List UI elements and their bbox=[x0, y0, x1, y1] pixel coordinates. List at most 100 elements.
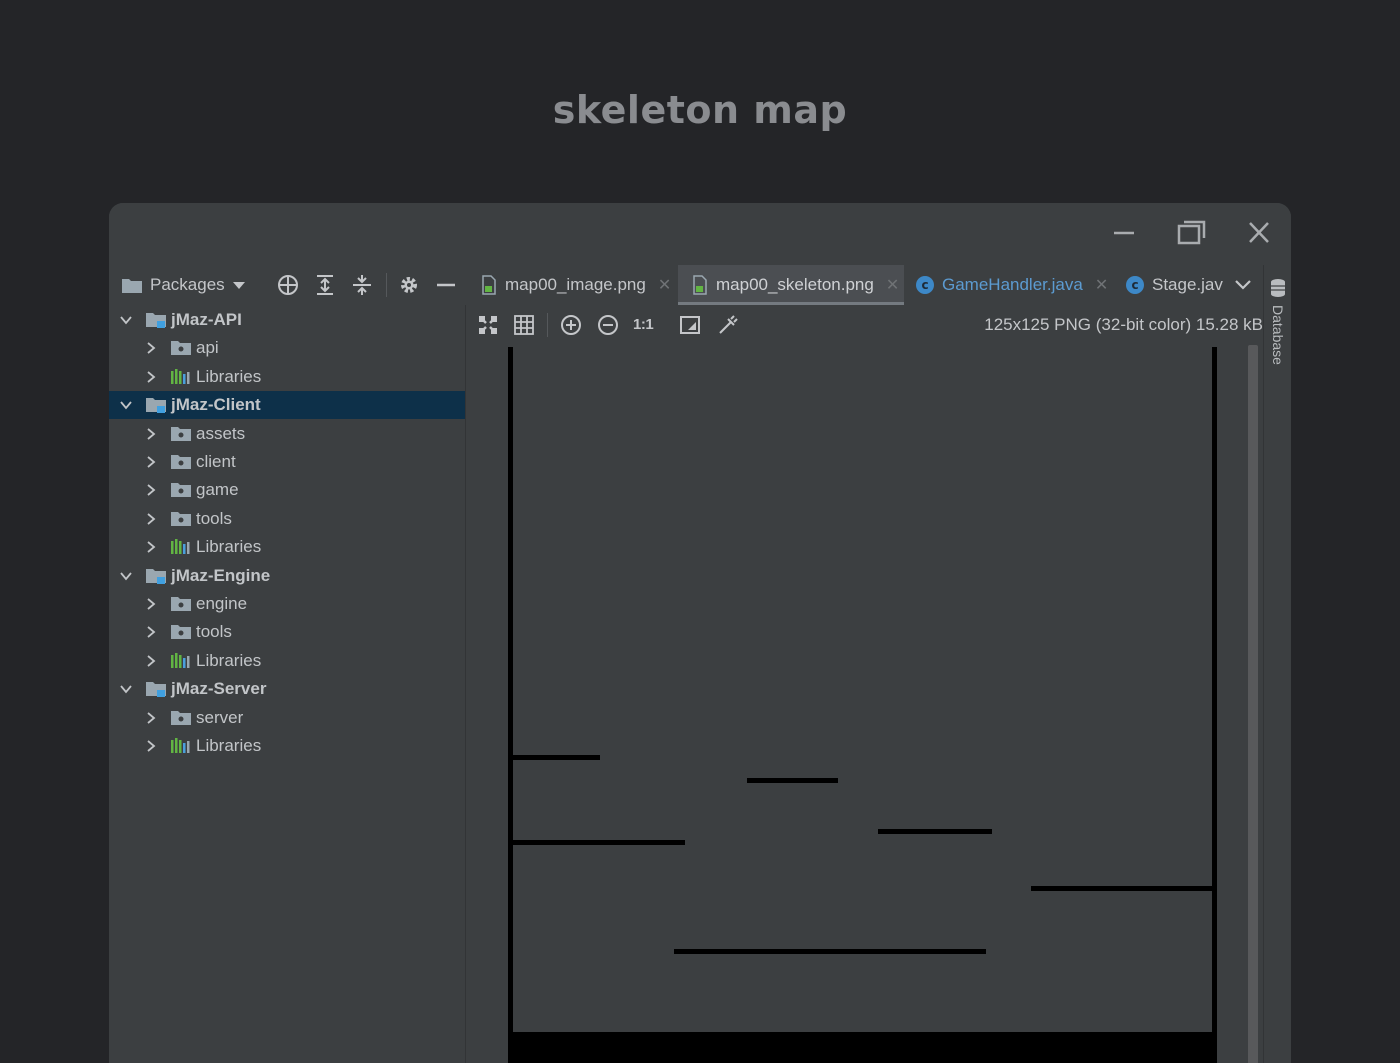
tab-map00-image[interactable]: map00_image.png ✕ bbox=[479, 265, 679, 305]
tab-stage-java[interactable]: c Stage.jav bbox=[1126, 265, 1223, 305]
tree-item-row[interactable]: Libraries bbox=[109, 647, 465, 675]
collapse-all-button[interactable] bbox=[350, 273, 374, 297]
tree-item-row[interactable]: tools bbox=[109, 505, 465, 533]
tree-item-label: tools bbox=[196, 508, 232, 528]
toolbar-separator bbox=[386, 273, 387, 297]
tree-item-label: engine bbox=[196, 594, 248, 613]
toolbar-separator bbox=[547, 313, 548, 337]
skeleton-wall bbox=[1212, 347, 1217, 1063]
image-info-text: 125x125 PNG (32-bit color) 15.28 kB bbox=[984, 315, 1263, 334]
chevron-right-icon[interactable] bbox=[144, 654, 158, 668]
eyedropper-icon bbox=[719, 315, 738, 334]
chevron-right-icon[interactable] bbox=[144, 370, 158, 384]
chevron-down-icon[interactable] bbox=[119, 682, 133, 696]
view-selector-dropdown[interactable]: Packages bbox=[121, 273, 246, 297]
chevron-right-icon[interactable] bbox=[144, 739, 158, 753]
chevron-right-icon[interactable] bbox=[144, 455, 158, 469]
tree-module-row[interactable]: jMaz-Server bbox=[109, 675, 465, 703]
tree-item-row[interactable]: Libraries bbox=[109, 732, 465, 760]
gear-icon bbox=[401, 277, 417, 293]
package-folder-icon bbox=[171, 625, 191, 640]
chevron-right-icon[interactable] bbox=[144, 597, 158, 611]
tree-item-label: assets bbox=[196, 423, 246, 443]
tree-item-row[interactable]: server bbox=[109, 704, 465, 732]
chevron-right-icon[interactable] bbox=[144, 427, 158, 441]
tree-item-label: Libraries bbox=[196, 650, 262, 670]
skeleton-wall bbox=[878, 829, 992, 834]
tree-item-row[interactable]: engine bbox=[109, 590, 465, 618]
locate-button[interactable] bbox=[276, 273, 300, 297]
color-picker-button[interactable] bbox=[716, 313, 740, 337]
tab-gamehandler-java[interactable]: c GameHandler.java ✕ bbox=[916, 265, 1108, 305]
tree-module-row[interactable]: jMaz-Engine bbox=[109, 562, 465, 590]
chevron-right-icon[interactable] bbox=[144, 512, 158, 526]
zoom-out-button[interactable] bbox=[596, 313, 620, 337]
tree-item-label: tools bbox=[196, 622, 232, 642]
close-tab-icon[interactable]: ✕ bbox=[658, 275, 671, 295]
zoom-in-button[interactable] bbox=[559, 313, 583, 337]
chevron-right-icon[interactable] bbox=[144, 711, 158, 725]
chevron-down-icon[interactable] bbox=[119, 569, 133, 583]
package-folder-icon bbox=[171, 710, 191, 725]
dropdown-arrow-icon bbox=[232, 282, 245, 289]
database-tool-label[interactable]: Database bbox=[1270, 305, 1286, 365]
right-tool-strip: Database bbox=[1263, 265, 1291, 1063]
minimize-button[interactable] bbox=[1104, 215, 1144, 251]
tree-item-row[interactable]: api bbox=[109, 334, 465, 362]
tree-item-row[interactable]: client bbox=[109, 448, 465, 476]
libraries-icon bbox=[171, 738, 190, 753]
tree-item-row[interactable]: Libraries bbox=[109, 533, 465, 561]
tree-module-row[interactable]: jMaz-Client bbox=[109, 391, 465, 420]
ide-window: Packages map00_image.png ✕ map00_skeleto… bbox=[109, 203, 1291, 1063]
restore-button[interactable] bbox=[1171, 215, 1211, 251]
title-bar bbox=[109, 203, 1291, 265]
tree-item-label: server bbox=[196, 707, 244, 727]
more-tabs-button[interactable] bbox=[1231, 273, 1255, 297]
chevron-down-icon[interactable] bbox=[119, 313, 133, 327]
hide-panel-button[interactable] bbox=[434, 273, 458, 297]
tree-item-row[interactable]: assets bbox=[109, 420, 465, 448]
module-icon bbox=[146, 398, 166, 414]
fit-zoom-button[interactable] bbox=[476, 313, 500, 337]
background-icon bbox=[680, 316, 700, 334]
chevron-down-icon[interactable] bbox=[119, 398, 133, 412]
tab-label: Stage.jav bbox=[1152, 275, 1223, 294]
chevron-right-icon[interactable] bbox=[144, 483, 158, 497]
class-icon: c bbox=[916, 276, 934, 294]
package-folder-icon bbox=[171, 341, 191, 356]
package-folder-icon bbox=[171, 426, 191, 441]
background-toggle-button[interactable] bbox=[678, 313, 702, 337]
close-window-button[interactable] bbox=[1239, 215, 1279, 251]
image-file-icon bbox=[482, 275, 496, 295]
chevron-right-icon[interactable] bbox=[144, 341, 158, 355]
tree-item-row[interactable]: Libraries bbox=[109, 363, 465, 391]
tree-module-row[interactable]: jMaz-API bbox=[109, 306, 465, 334]
close-tab-icon[interactable]: ✕ bbox=[886, 275, 899, 295]
image-canvas[interactable] bbox=[466, 345, 1263, 1063]
close-icon bbox=[1249, 222, 1269, 243]
chevron-right-icon[interactable] bbox=[144, 625, 158, 639]
tree-item-label: Libraries bbox=[196, 537, 262, 557]
skeleton-wall bbox=[747, 778, 838, 783]
chevron-down-icon bbox=[1235, 280, 1251, 290]
chevron-right-icon[interactable] bbox=[144, 540, 158, 554]
tree-item-row[interactable]: tools bbox=[109, 618, 465, 646]
minus-icon bbox=[437, 283, 455, 287]
image-file-icon bbox=[693, 275, 707, 295]
zoom-out-icon bbox=[598, 315, 618, 335]
tab-map00-skeleton[interactable]: map00_skeleton.png ✕ bbox=[678, 265, 904, 305]
settings-button[interactable] bbox=[397, 273, 421, 297]
vertical-scrollbar[interactable] bbox=[1248, 345, 1258, 1063]
grid-toggle-button[interactable] bbox=[512, 313, 536, 337]
libraries-icon bbox=[171, 368, 190, 384]
database-icon[interactable] bbox=[1268, 277, 1288, 299]
view-selector-label: Packages bbox=[150, 275, 225, 294]
libraries-icon bbox=[171, 652, 190, 668]
tree-item-label: api bbox=[196, 338, 219, 358]
actual-size-button[interactable]: 1:1 bbox=[633, 313, 663, 337]
tree-item-row[interactable]: game bbox=[109, 476, 465, 504]
skeleton-wall bbox=[674, 949, 986, 954]
close-tab-icon[interactable]: ✕ bbox=[1095, 275, 1108, 295]
expand-all-button[interactable] bbox=[313, 273, 337, 297]
tool-row: Packages map00_image.png ✕ map00_skeleto… bbox=[109, 265, 1291, 305]
